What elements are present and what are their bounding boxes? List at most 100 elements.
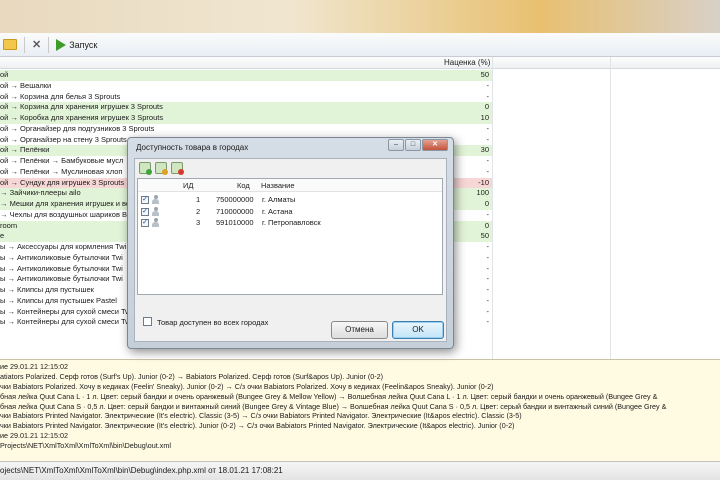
city-name: г. Алматы bbox=[262, 195, 296, 204]
category-name: ы → Аксессуары для кормления Twi bbox=[0, 242, 127, 251]
category-name: ы → Клипсы для пустышек bbox=[0, 285, 94, 294]
markup-value: 0 bbox=[484, 220, 489, 230]
ok-button[interactable]: OK bbox=[392, 321, 444, 339]
category-name: → Чехлы для воздушных шариков Bo bbox=[0, 209, 132, 219]
add-icon bbox=[146, 169, 152, 175]
folder-icon bbox=[3, 39, 17, 50]
markup-value: - bbox=[486, 306, 490, 316]
main-toolbar: ✕ Запуск bbox=[0, 33, 720, 57]
run-button[interactable]: Запуск bbox=[53, 35, 100, 55]
category-name: ой → Вешалки bbox=[0, 80, 52, 90]
remove-city-button[interactable] bbox=[171, 162, 184, 175]
window-titlebar bbox=[0, 0, 720, 33]
maximize-button[interactable]: □ bbox=[405, 139, 421, 151]
category-name: ой → Корзина для хранения игрушек 3 Spro… bbox=[0, 102, 163, 112]
column-divider bbox=[492, 57, 493, 359]
dialog-close-button[interactable]: ✕ bbox=[422, 139, 448, 151]
city-id: 3 bbox=[196, 218, 201, 227]
minimize-button[interactable]: – bbox=[388, 139, 404, 151]
category-name: ы → Антиколиковые бутылочки Twi bbox=[0, 274, 123, 284]
toolbar-separator bbox=[24, 36, 25, 53]
column-header-id[interactable]: ИД bbox=[183, 181, 193, 190]
status-bar: ojects\NET\XmlToXml\XmlToXml\bin\Debug\i… bbox=[0, 461, 720, 480]
markup-value: 50 bbox=[480, 231, 489, 241]
dialog-toolbar bbox=[139, 162, 184, 175]
markup-value: 100 bbox=[476, 188, 489, 198]
table-row[interactable]: ой → Вешалки - bbox=[0, 80, 492, 92]
list-item[interactable]: ✓ 1 750000000 г. Алматы bbox=[138, 194, 442, 205]
city-list-header: ИД Код Название bbox=[138, 179, 442, 192]
markup-value: 10 bbox=[480, 113, 489, 122]
category-name: ой → Органайзер на стену 3 Sprouts bbox=[0, 134, 127, 144]
log-line: Projects\NET\XmlToXml\XmlToXml\bin\Debug… bbox=[0, 441, 171, 451]
grid-header: Наценка (%) bbox=[0, 57, 720, 69]
log-line: чки Babiators Printed Navigator. Электри… bbox=[0, 421, 515, 431]
column-header-markup[interactable]: Наценка (%) bbox=[444, 58, 490, 67]
toolbar-separator bbox=[48, 36, 50, 53]
markup-value: - bbox=[486, 263, 490, 273]
city-checkbox[interactable]: ✓ bbox=[141, 207, 149, 216]
log-panel: ие 29.01.21 12:15:02 atiators Polarized. … bbox=[0, 359, 720, 461]
delete-button[interactable]: ✕ bbox=[29, 35, 44, 55]
log-line: ие 29.01.21 12:15:02 bbox=[0, 362, 68, 371]
column-header-name[interactable]: Название bbox=[261, 181, 295, 190]
markup-value: - bbox=[486, 91, 490, 101]
city-code: 710000000 bbox=[216, 206, 254, 216]
markup-value: - bbox=[486, 285, 490, 294]
city-name: г. Астана bbox=[262, 206, 293, 216]
city-checkbox[interactable]: ✓ bbox=[141, 196, 149, 204]
category-name: ой bbox=[0, 70, 9, 79]
table-row[interactable]: ой → Корзина для белья 3 Sprouts - bbox=[0, 91, 492, 102]
city-list[interactable]: ИД Код Название ✓ 1 750000000 г. Алматы ✓ 2 71… bbox=[137, 178, 443, 295]
person-icon bbox=[152, 195, 159, 204]
all-cities-checkbox[interactable] bbox=[143, 317, 152, 326]
markup-value: - bbox=[486, 166, 490, 176]
remove-icon bbox=[178, 169, 184, 175]
category-name: ы → Клипсы для пустышек Pastel bbox=[0, 295, 117, 305]
list-item[interactable]: ✓ 2 710000000 г. Астана bbox=[138, 206, 442, 217]
category-name: ы → Антиколиковые бутылочки Twi bbox=[0, 252, 123, 262]
list-item[interactable]: ✓ 3 591010000 г. Петропавловск bbox=[138, 217, 442, 228]
column-divider bbox=[610, 57, 611, 359]
city-code: 750000000 bbox=[216, 195, 254, 204]
markup-value: - bbox=[486, 156, 490, 165]
edit-icon bbox=[162, 169, 168, 175]
category-name: ой → Пелёнки → Бамбуковые мусл bbox=[0, 156, 124, 165]
markup-value: - bbox=[486, 295, 490, 305]
cancel-button[interactable]: Отмена bbox=[331, 321, 388, 339]
column-header-code[interactable]: Код bbox=[237, 181, 250, 190]
table-row[interactable]: ой → Органайзер для подгузников 3 Sprout… bbox=[0, 123, 492, 135]
log-line: бная лейка Quut Cana S · 0,5 л. Цвет: се… bbox=[0, 401, 667, 411]
table-row[interactable]: ой 50 bbox=[0, 70, 492, 81]
category-name: room bbox=[0, 220, 18, 230]
category-name: ы → Антиколиковые бутылочки Twi bbox=[0, 263, 123, 273]
city-name: г. Петропавловск bbox=[262, 218, 321, 227]
markup-value: - bbox=[486, 123, 490, 133]
log-line: чки Babiators Polarized. Хочу в кедиках … bbox=[0, 381, 494, 391]
category-name: ы → Контейнеры для сухой смеси Tw bbox=[0, 306, 131, 316]
edit-city-button[interactable] bbox=[155, 162, 168, 175]
category-name: → Мешки для хранения игрушек и ве bbox=[0, 199, 131, 208]
city-code: 591010000 bbox=[216, 218, 254, 227]
city-checkbox[interactable]: ✓ bbox=[141, 219, 149, 227]
dialog-body: ИД Код Название ✓ 1 750000000 г. Алматы ✓ 2 71… bbox=[134, 158, 447, 342]
markup-value: 0 bbox=[484, 102, 489, 112]
dialog-window-controls: – □ ✕ bbox=[388, 139, 448, 151]
add-city-button[interactable] bbox=[139, 162, 152, 175]
category-name: ой → Сундук для игрушек 3 Sprouts bbox=[0, 177, 125, 187]
category-name: ой → Корзина для белья 3 Sprouts bbox=[0, 91, 121, 101]
close-icon: ✕ bbox=[32, 39, 42, 51]
markup-value: 30 bbox=[480, 145, 489, 155]
table-row[interactable]: ой → Корзина для хранения игрушек 3 Spro… bbox=[0, 102, 492, 113]
run-label: Запуск bbox=[69, 39, 98, 50]
markup-value: - bbox=[486, 242, 490, 251]
city-id: 2 bbox=[196, 206, 201, 216]
city-availability-dialog: Доступность товара в городах – □ ✕ ИД Ко… bbox=[127, 137, 454, 349]
open-button[interactable] bbox=[0, 35, 20, 55]
category-name: → Зайчики-плееры ailo bbox=[0, 188, 81, 198]
arrow-right-icon bbox=[56, 38, 67, 51]
markup-value: - bbox=[486, 252, 490, 262]
table-row[interactable]: ой → Коробка для хранения игрушек 3 Spro… bbox=[0, 113, 492, 124]
markup-value: - bbox=[486, 274, 490, 284]
all-cities-label: Товар доступен во всех городах bbox=[157, 318, 269, 327]
